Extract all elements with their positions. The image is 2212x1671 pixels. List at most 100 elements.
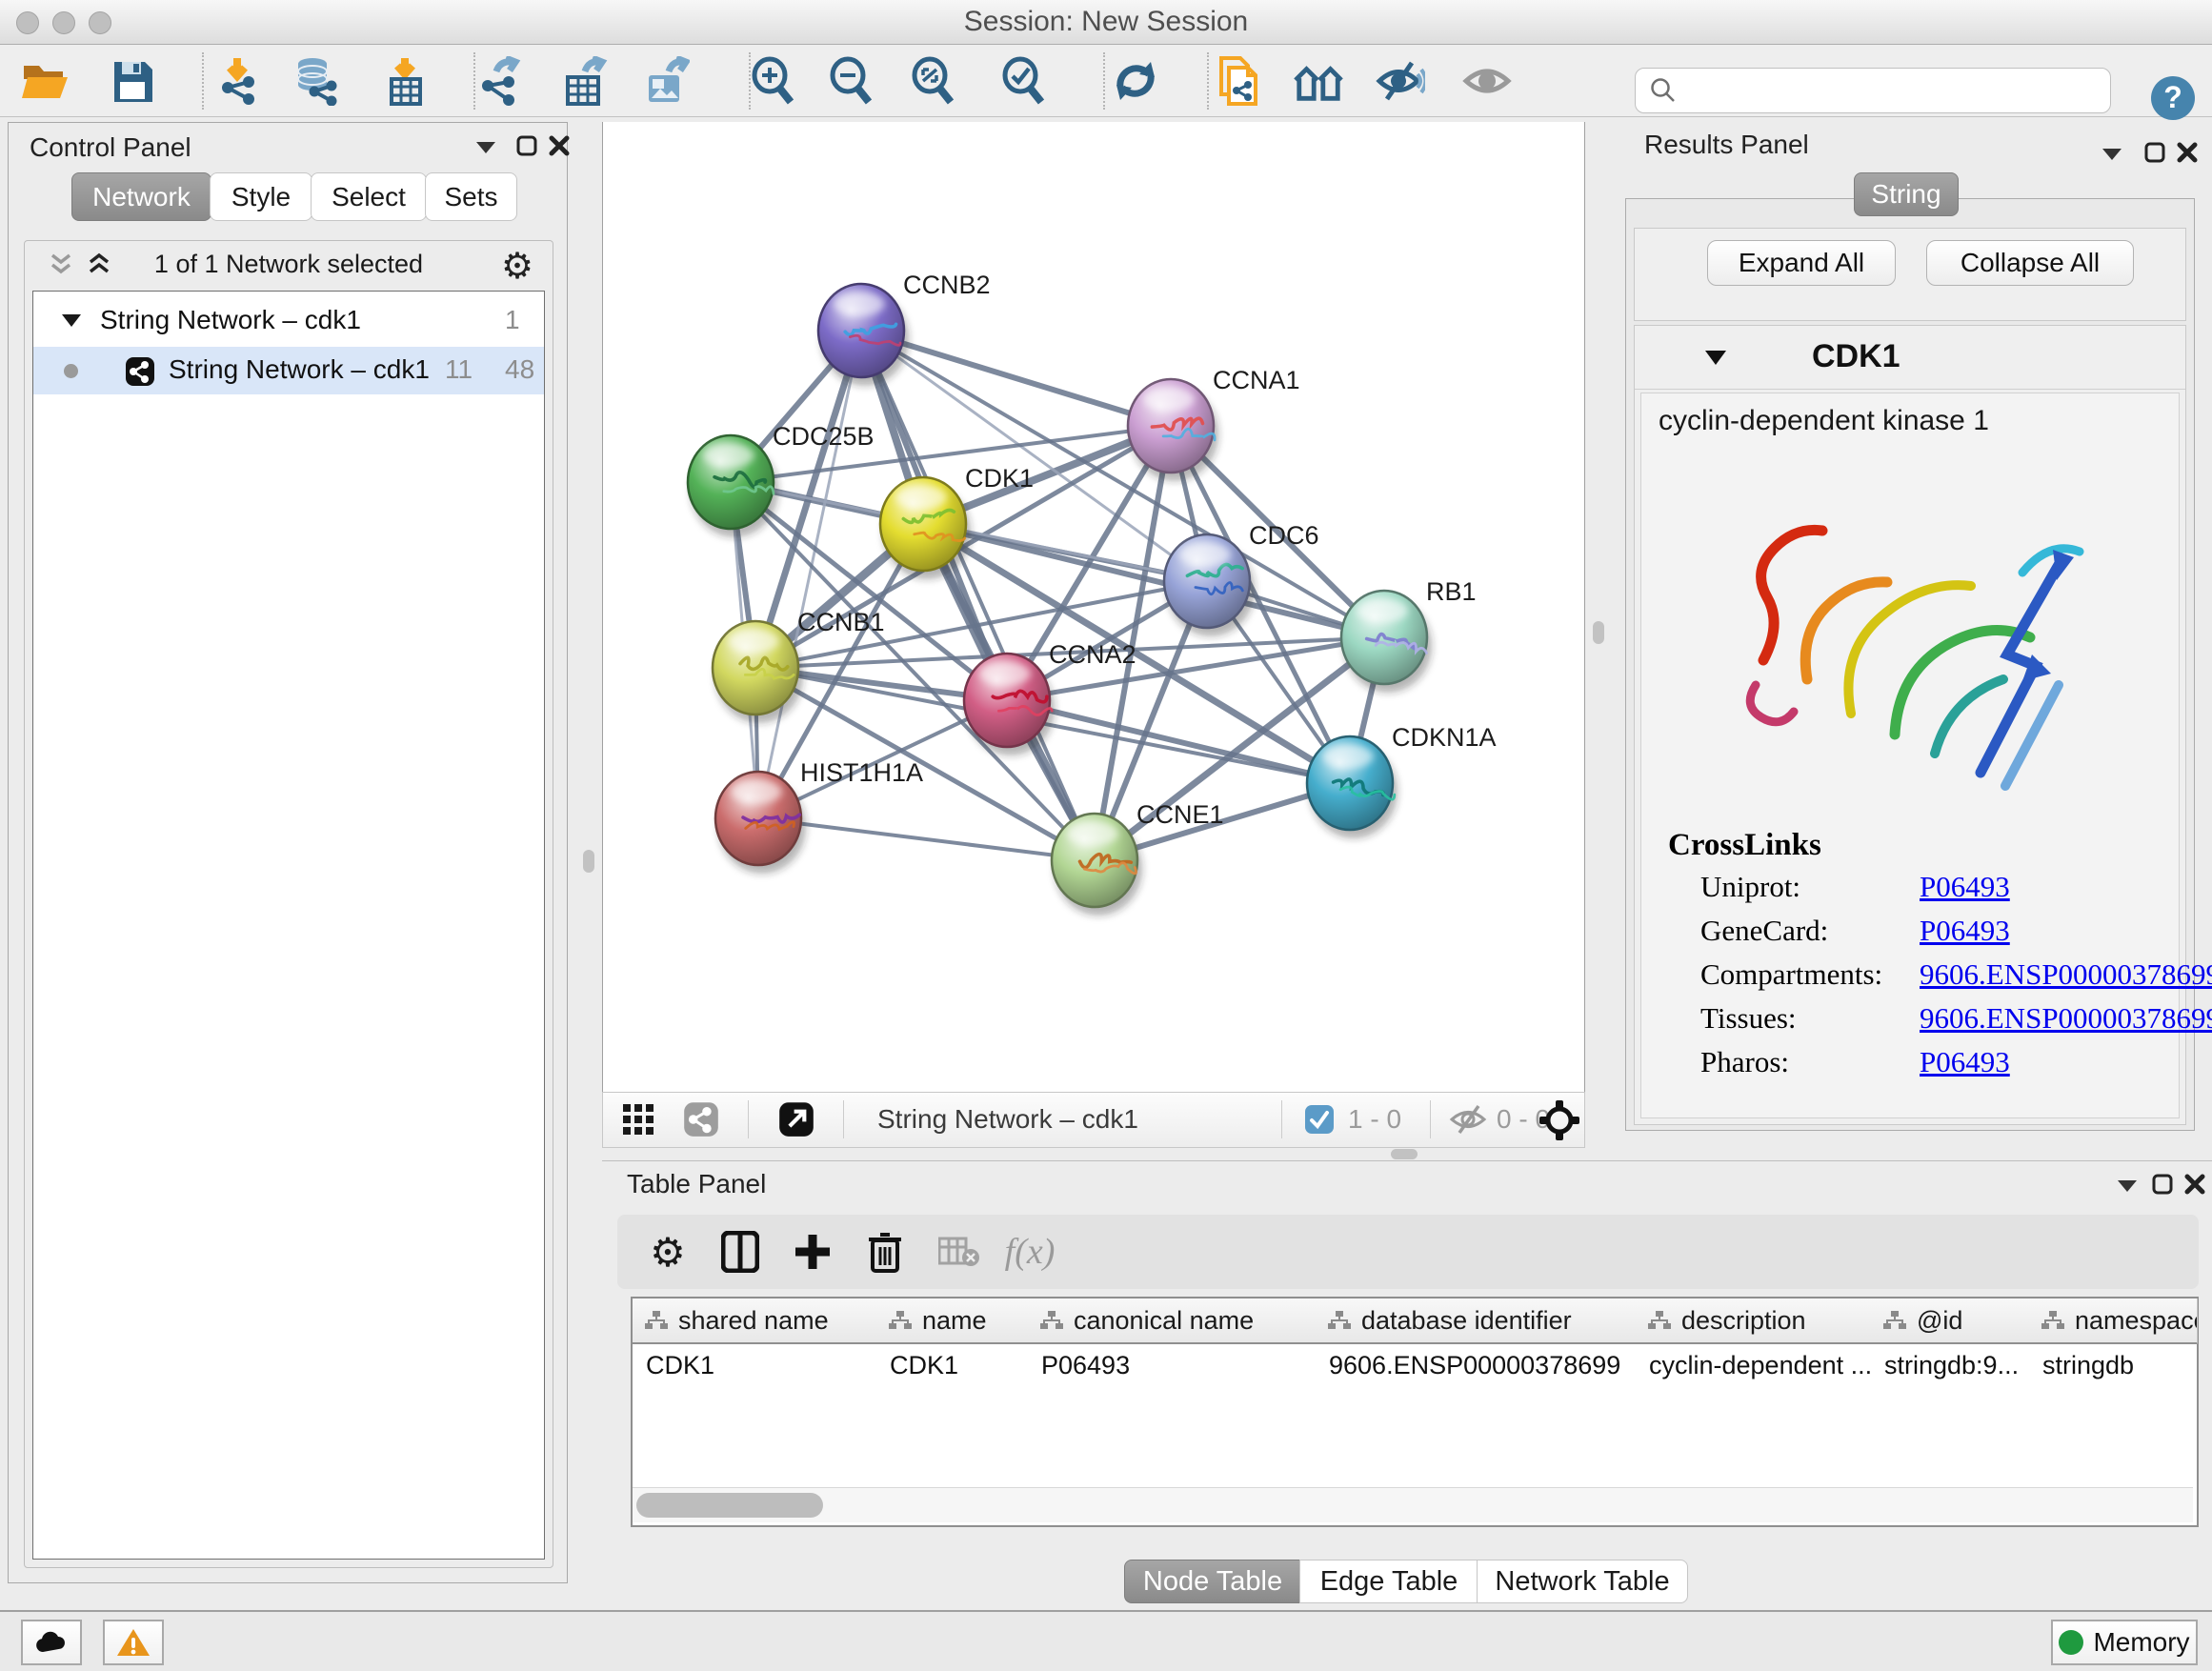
export-table-icon[interactable] (560, 56, 610, 106)
panel-menu-icon[interactable] (2115, 1175, 2140, 1196)
node-label-CCNB2[interactable]: CCNB2 (903, 271, 991, 299)
tab-string[interactable]: String (1854, 172, 1959, 216)
zoom-selected-icon[interactable] (999, 56, 1049, 106)
node-label-CCNA2[interactable]: CCNA2 (1049, 640, 1136, 669)
table-cell[interactable]: stringdb:9... (1871, 1344, 2029, 1386)
zoom-out-icon[interactable] (827, 56, 876, 106)
open-in-new-window-icon[interactable] (778, 1101, 814, 1137)
left-splitter-handle[interactable] (583, 850, 594, 873)
table-settings-gear-icon[interactable]: ⚙ (644, 1228, 692, 1276)
node-CCNE1[interactable] (1052, 814, 1142, 916)
panel-close-icon[interactable] (548, 134, 571, 157)
tree-expand-icon[interactable] (60, 311, 83, 330)
search-input[interactable] (1687, 70, 2110, 111)
panel-float-icon[interactable] (2151, 1173, 2174, 1196)
table-cell[interactable]: 9606.ENSP00000378699 (1316, 1344, 1636, 1386)
cloud-button[interactable] (21, 1620, 82, 1665)
crosslink-link[interactable]: 9606.ENSP00000378699 (1920, 957, 2212, 992)
network-collection-row[interactable]: String Network – cdk1 1 (33, 297, 544, 345)
column-header-name[interactable]: name (876, 1299, 1029, 1344)
export-image-icon[interactable] (642, 56, 692, 106)
delete-column-trash-icon[interactable] (861, 1228, 909, 1276)
table-cell[interactable]: stringdb (2029, 1344, 2197, 1386)
node-label-CCNA1[interactable]: CCNA1 (1213, 366, 1300, 394)
panel-menu-icon[interactable] (2100, 143, 2124, 164)
open-session-icon[interactable] (20, 56, 70, 106)
tab-style[interactable]: Style (210, 172, 312, 221)
scrollbar-thumb[interactable] (636, 1493, 823, 1518)
tab-node-table[interactable]: Node Table (1124, 1560, 1301, 1603)
help-icon[interactable]: ? (2149, 74, 2197, 122)
network-row-selected[interactable]: String Network – cdk1 11 48 (33, 347, 544, 394)
panel-float-icon[interactable] (2143, 141, 2166, 164)
node-table[interactable]: shared namenamecanonical namedatabase id… (631, 1297, 2199, 1527)
node-label-CDK1[interactable]: CDK1 (965, 464, 1034, 493)
show-columns-icon[interactable] (716, 1228, 764, 1276)
expand-all-button[interactable]: Expand All (1707, 240, 1896, 286)
zoom-fit-icon[interactable] (909, 56, 958, 106)
column-header--id[interactable]: @id (1871, 1299, 2030, 1344)
table-cell[interactable]: cyclin-dependent ... (1636, 1344, 1871, 1386)
save-session-icon[interactable] (108, 56, 157, 106)
column-header-canonical-name[interactable]: canonical name (1028, 1299, 1317, 1344)
crosslink-link[interactable]: P06493 (1920, 1045, 2010, 1079)
import-network-file-icon[interactable] (212, 56, 262, 106)
table-cell[interactable]: CDK1 (876, 1344, 1028, 1386)
zoom-in-icon[interactable] (749, 56, 798, 106)
import-table-file-icon[interactable] (380, 56, 430, 106)
network-options-gear-icon[interactable]: ⚙ (501, 245, 533, 288)
panel-close-icon[interactable] (2176, 141, 2199, 164)
tab-sets[interactable]: Sets (425, 172, 517, 221)
section-collapse-icon[interactable] (1703, 347, 1728, 368)
node-CCNB2[interactable] (818, 284, 909, 386)
panel-close-icon[interactable] (2183, 1173, 2206, 1196)
table-cell[interactable]: P06493 (1028, 1344, 1316, 1386)
tab-network[interactable]: Network (71, 172, 211, 221)
column-header-database-identifier[interactable]: database identifier (1316, 1299, 1637, 1344)
fit-selected-crosshair-icon[interactable] (1538, 1099, 1580, 1141)
node-CCNA1[interactable] (1128, 379, 1218, 481)
node-label-CDC6[interactable]: CDC6 (1249, 521, 1319, 550)
import-network-database-icon[interactable] (291, 56, 340, 106)
apply-layout-icon[interactable] (1111, 56, 1160, 106)
crosslink-link[interactable]: 9606.ENSP00000378699 (1920, 1001, 2212, 1036)
gene-section-header[interactable]: CDK1 (1635, 326, 2185, 390)
node-label-HIST1H1A[interactable]: HIST1H1A (800, 758, 923, 787)
crosslink-link[interactable]: P06493 (1920, 914, 2010, 948)
node-RB1[interactable] (1341, 591, 1432, 693)
node-label-CDC25B[interactable]: CDC25B (773, 422, 875, 451)
memory-button[interactable]: Memory (2051, 1620, 2198, 1665)
node-label-RB1[interactable]: RB1 (1426, 577, 1477, 606)
column-header-namespace[interactable]: namespace (2029, 1299, 2198, 1344)
table-horizontal-scrollbar[interactable] (633, 1487, 2193, 1522)
panel-menu-icon[interactable] (473, 136, 498, 157)
node-HIST1H1A[interactable] (715, 772, 806, 874)
new-network-from-selection-icon[interactable] (1213, 56, 1262, 106)
table-cell[interactable]: CDK1 (633, 1344, 876, 1386)
column-header-description[interactable]: description (1636, 1299, 1872, 1344)
node-CDC25B[interactable] (688, 435, 778, 537)
show-graphics-details-icon[interactable] (1462, 56, 1512, 106)
string-style-icon[interactable] (683, 1101, 719, 1137)
column-header-shared-name[interactable]: shared name (633, 1299, 877, 1344)
warnings-button[interactable] (103, 1620, 164, 1665)
collapse-all-button[interactable]: Collapse All (1926, 240, 2134, 286)
birds-eye-grid-icon[interactable] (622, 1103, 654, 1136)
node-CDKN1A[interactable] (1307, 736, 1398, 838)
tab-edge-table[interactable]: Edge Table (1299, 1560, 1478, 1603)
panel-float-icon[interactable] (515, 134, 538, 157)
node-CDK1[interactable] (880, 477, 971, 579)
node-label-CCNE1[interactable]: CCNE1 (1136, 800, 1224, 829)
first-neighbors-icon[interactable] (1294, 56, 1343, 106)
node-label-CCNB1[interactable]: CCNB1 (797, 608, 885, 636)
crosslink-link[interactable]: P06493 (1920, 870, 2010, 904)
network-view-canvas[interactable]: CCNB2 CCNA1 CDC25B CDK1 CDC6 RB1 CCNB1 CCNA2 CDK… (602, 122, 1585, 1092)
create-column-plus-icon[interactable] (789, 1228, 836, 1276)
node-label-CDKN1A[interactable]: CDKN1A (1392, 723, 1497, 752)
right-splitter-handle[interactable] (1593, 621, 1604, 644)
tab-select[interactable]: Select (311, 172, 427, 221)
tab-network-table[interactable]: Network Table (1477, 1560, 1688, 1603)
export-network-icon[interactable] (475, 56, 525, 106)
hide-selected-icon[interactable] (1376, 56, 1425, 106)
bottom-splitter-handle[interactable] (1391, 1149, 1418, 1159)
